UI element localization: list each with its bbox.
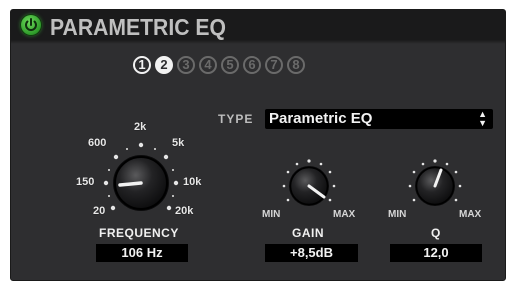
band-4-button[interactable]: 4 (199, 56, 217, 74)
type-dropdown-value: Parametric EQ (269, 110, 373, 127)
frequency-label: FREQUENCY (99, 226, 179, 240)
band-8-button[interactable]: 8 (287, 56, 305, 74)
gain-knob[interactable] (289, 166, 329, 206)
freq-label-10k: 10k (183, 176, 202, 188)
band-selector: 1 2 3 4 5 6 7 8 (133, 56, 305, 74)
q-max-label: MAX (459, 209, 482, 220)
q-min-label: MIN (388, 209, 407, 220)
band-2-button[interactable]: 2 (155, 56, 173, 74)
gain-readout[interactable]: +8,5dB (265, 244, 358, 262)
gain-label: GAIN (292, 226, 324, 240)
power-icon (25, 18, 37, 31)
q-knob[interactable] (415, 166, 455, 206)
gain-max-label: MAX (333, 209, 356, 220)
q-readout[interactable]: 12,0 (390, 244, 482, 262)
q-label: Q (431, 226, 441, 240)
band-5-button[interactable]: 5 (221, 56, 239, 74)
band-6-button[interactable]: 6 (243, 56, 261, 74)
updown-arrows-icon: ▲ ▼ (478, 109, 487, 128)
freq-label-20: 20 (93, 205, 106, 217)
band-1-button[interactable]: 1 (133, 56, 151, 74)
band-3-button[interactable]: 3 (177, 56, 195, 74)
freq-label-5k: 5k (172, 137, 185, 149)
type-dropdown[interactable]: Parametric EQ ▲ ▼ (265, 109, 493, 129)
band-7-button[interactable]: 7 (265, 56, 283, 74)
power-button[interactable] (21, 15, 41, 35)
freq-label-2k: 2k (134, 121, 147, 133)
frequency-knob[interactable] (113, 155, 169, 211)
type-label: TYPE (218, 112, 254, 126)
eq-panel (10, 9, 506, 281)
freq-label-150: 150 (76, 176, 95, 188)
freq-label-600: 600 (88, 137, 107, 149)
gain-min-label: MIN (262, 209, 281, 220)
frequency-readout[interactable]: 106 Hz (96, 244, 188, 262)
freq-label-20k: 20k (175, 205, 194, 217)
panel-title: PARAMETRIC EQ (50, 14, 226, 40)
